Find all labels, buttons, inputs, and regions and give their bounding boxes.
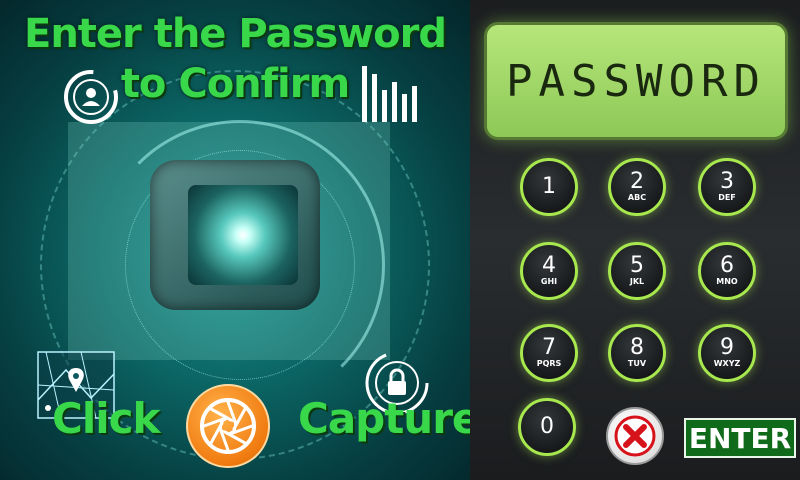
key-4-number: 4	[542, 253, 556, 278]
key-0[interactable]: 0	[518, 398, 576, 456]
key-6-number: 6	[720, 253, 734, 278]
key-6-letters: MNO	[716, 277, 738, 286]
password-display-text: PASSWORD	[506, 55, 766, 107]
key-8-letters: TUV	[627, 359, 647, 368]
user-circle-icon	[64, 70, 118, 124]
key-1[interactable]: 1	[520, 158, 578, 216]
signal-bars-icon	[362, 66, 417, 122]
keypad-panel: PASSWORD 1 2 ABC 3 DEF 4 GHI 5 JKL 6 MNO…	[470, 0, 800, 480]
key-9-number: 9	[720, 335, 734, 360]
key-4-letters: GHI	[540, 277, 558, 286]
key-0-number: 0	[540, 414, 554, 439]
key-3-number: 3	[720, 169, 734, 194]
key-5-number: 5	[630, 253, 644, 278]
key-9[interactable]: 9 WXYZ	[698, 324, 756, 382]
key-7-number: 7	[542, 335, 556, 360]
key-7-letters: PQRS	[536, 359, 562, 368]
key-7[interactable]: 7 PQRS	[520, 324, 578, 382]
key-8[interactable]: 8 TUV	[608, 324, 666, 382]
key-1-number: 1	[542, 174, 556, 199]
camera-lens	[188, 185, 298, 285]
key-2-number: 2	[630, 169, 644, 194]
key-5-letters: JKL	[629, 277, 645, 286]
key-5[interactable]: 5 JKL	[608, 242, 666, 300]
password-display: PASSWORD	[484, 22, 788, 140]
capture-button[interactable]	[186, 384, 270, 468]
key-4[interactable]: 4 GHI	[520, 242, 578, 300]
capture-label: Capture	[298, 394, 470, 443]
key-8-number: 8	[630, 335, 644, 360]
key-6[interactable]: 6 MNO	[698, 242, 756, 300]
key-3-letters: DEF	[718, 193, 736, 202]
clear-x-icon	[614, 415, 656, 457]
click-label: Click	[52, 394, 160, 443]
camera-panel: Enter the Password to Confirm Click Capt…	[0, 0, 470, 480]
aperture-icon	[200, 398, 256, 454]
key-2[interactable]: 2 ABC	[608, 158, 666, 216]
key-3[interactable]: 3 DEF	[698, 158, 756, 216]
title-line-1: Enter the Password	[24, 11, 447, 57]
clear-button[interactable]	[606, 407, 664, 465]
enter-button[interactable]: ENTER	[684, 418, 796, 458]
key-9-letters: WXYZ	[713, 359, 741, 368]
key-2-letters: ABC	[627, 193, 647, 202]
